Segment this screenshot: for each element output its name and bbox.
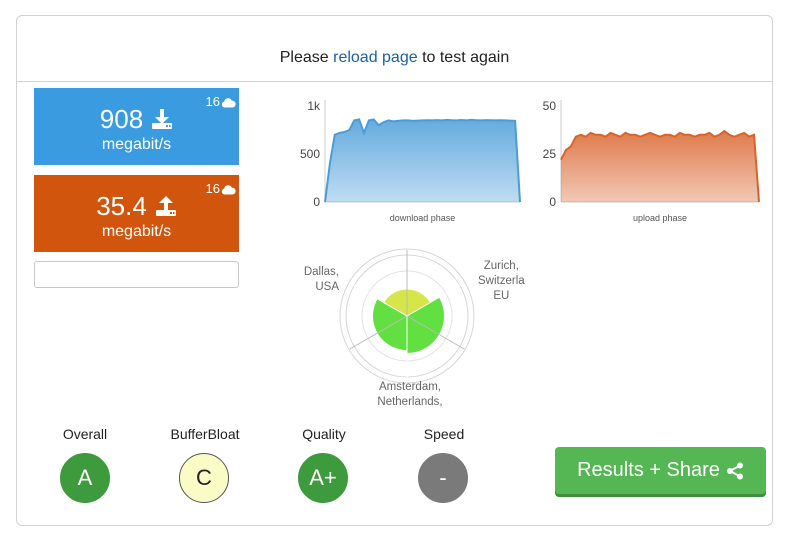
reload-page-link[interactable]: reload page [333, 49, 418, 66]
header: Please reload page to test again [17, 16, 772, 82]
grade-label-speed: Speed [423, 426, 465, 442]
upload-xlabel: upload phase [633, 213, 687, 223]
grade-overall[interactable]: A [60, 453, 110, 503]
download-ytick-0: 1k [307, 99, 321, 113]
upload-ytick-0: 50 [543, 99, 557, 113]
download-area [325, 119, 520, 202]
info-box [34, 261, 239, 288]
server-radar-chart [339, 248, 475, 384]
download-icon [152, 109, 173, 130]
grade-quality[interactable]: A+ [298, 453, 348, 503]
download-speed-tile: 16 908 megabit/s [34, 88, 239, 165]
upload-speed-value: 35.4 [96, 191, 147, 222]
download-ytick-2: 0 [313, 195, 320, 209]
upload-phase-chart: 50 25 0 upload phase [543, 99, 760, 223]
grade-speed[interactable]: - [418, 453, 468, 503]
download-xlabel: download phase [390, 213, 456, 223]
download-ytick-1: 500 [300, 147, 320, 161]
results-panel: Please reload page to test again 16 908 … [16, 15, 773, 526]
radar-label-amsterdam: Amsterdam, Netherlands, [377, 381, 443, 408]
radar-label-zurich: Zurich, Switzerla EU [478, 260, 525, 302]
upload-ytick-2: 0 [549, 195, 556, 209]
share-icon [726, 462, 743, 479]
upload-speed-unit: megabit/s [101, 223, 172, 240]
grade-label-bufferbloat: BufferBloat [170, 426, 240, 442]
grade-label-quality: Quality [302, 426, 346, 442]
results-share-button[interactable]: Results + Share [555, 447, 766, 494]
download-speed-unit: megabit/s [101, 136, 172, 153]
reload-message: Please reload page to test again [279, 49, 510, 66]
upload-area [561, 130, 759, 202]
download-speed-value: 908 [99, 104, 144, 135]
upload-ytick-1: 25 [543, 147, 557, 161]
radar-label-dallas: Dallas, USA [303, 266, 339, 293]
grade-bufferbloat[interactable]: C [179, 453, 229, 503]
grade-label-overall: Overall [62, 426, 108, 442]
upload-speed-tile: 16 35.4 megabit/s [34, 175, 239, 252]
upload-icon [155, 196, 176, 217]
download-phase-chart: 1k 500 0 download phase [300, 99, 521, 223]
